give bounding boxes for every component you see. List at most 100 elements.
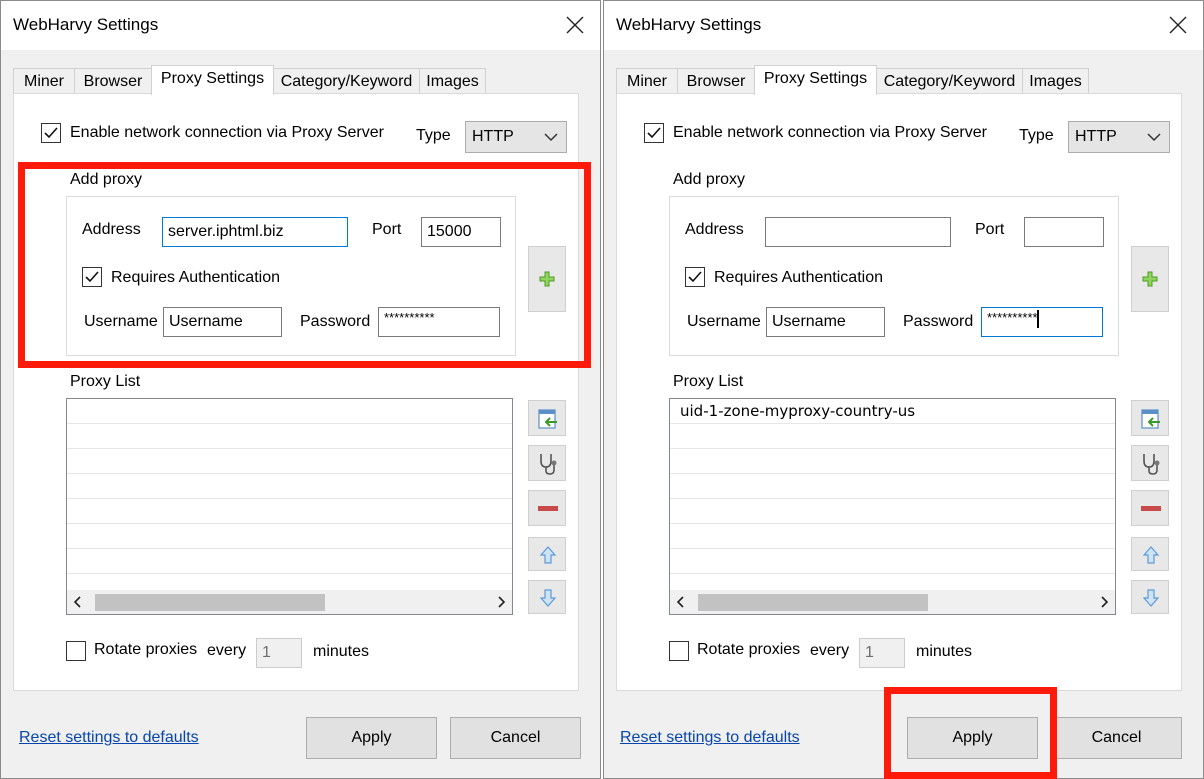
list-item[interactable] (67, 399, 512, 424)
plus-icon (1142, 271, 1158, 287)
settings-dialog-left: WebHarvy Settings Miner Browser Proxy Se… (0, 0, 601, 779)
proxy-list[interactable] (66, 398, 513, 615)
list-item[interactable] (670, 524, 1115, 549)
proxy-list-label: Proxy List (673, 373, 744, 390)
address-label: Address (685, 221, 744, 238)
list-item[interactable] (670, 474, 1115, 499)
enable-proxy-label: Enable network connection via Proxy Serv… (673, 124, 987, 141)
window-title: WebHarvy Settings (616, 15, 762, 34)
cancel-button[interactable]: Cancel (450, 717, 581, 759)
minus-icon (538, 506, 558, 511)
username-input[interactable]: Username (766, 307, 885, 337)
list-item[interactable] (67, 549, 512, 574)
tab-miner[interactable]: Miner (616, 68, 678, 95)
close-icon[interactable] (1169, 16, 1187, 34)
import-proxies-button[interactable] (528, 400, 566, 436)
chevron-down-icon (1147, 133, 1161, 142)
password-label: Password (903, 313, 974, 330)
settings-dialog-right: WebHarvy Settings Miner Browser Proxy Se… (603, 0, 1204, 779)
tab-proxy-settings[interactable]: Proxy Settings (754, 65, 877, 95)
every-label: every (207, 642, 247, 659)
scroll-left-icon[interactable] (67, 590, 89, 614)
list-item[interactable] (670, 424, 1115, 449)
highlight-box-add-proxy (18, 162, 591, 368)
address-input[interactable] (765, 217, 951, 247)
requires-auth-checkbox[interactable] (685, 267, 705, 287)
move-up-button[interactable] (1131, 537, 1169, 571)
title-bar: WebHarvy Settings (1, 1, 600, 50)
username-label: Username (687, 313, 761, 330)
add-proxy-button[interactable] (1131, 246, 1169, 312)
requires-auth-label: Requires Authentication (714, 269, 883, 286)
rotate-proxies-label: Rotate proxies (697, 641, 801, 658)
list-item[interactable] (67, 499, 512, 524)
reset-defaults-link[interactable]: Reset settings to defaults (620, 729, 800, 747)
move-down-button[interactable] (528, 580, 566, 614)
stethoscope-icon (1143, 454, 1160, 475)
tab-category-keyword[interactable]: Category/Keyword (876, 68, 1023, 95)
port-label: Port (975, 221, 1005, 238)
list-item[interactable] (67, 449, 512, 474)
list-item[interactable] (670, 499, 1115, 524)
import-proxies-button[interactable] (1131, 400, 1169, 436)
arrow-down-icon (1143, 589, 1159, 607)
import-icon (538, 409, 557, 429)
password-value: ********** (987, 310, 1038, 325)
horizontal-scrollbar[interactable] (67, 590, 512, 614)
tab-miner[interactable]: Miner (13, 68, 75, 95)
remove-proxy-button[interactable] (528, 490, 566, 526)
scroll-thumb[interactable] (95, 594, 325, 611)
cancel-button[interactable]: Cancel (1051, 717, 1182, 759)
port-input[interactable] (1024, 217, 1104, 247)
tab-images[interactable]: Images (419, 68, 486, 95)
tab-category-keyword[interactable]: Category/Keyword (273, 68, 420, 95)
scroll-right-icon[interactable] (1093, 590, 1115, 614)
tab-browser[interactable]: Browser (677, 68, 755, 95)
list-item[interactable] (67, 424, 512, 449)
tab-images[interactable]: Images (1022, 68, 1089, 95)
password-input[interactable]: ********** (981, 307, 1103, 337)
rotate-proxies-checkbox[interactable] (669, 641, 689, 661)
list-item[interactable] (670, 549, 1115, 574)
reset-defaults-link[interactable]: Reset settings to defaults (19, 729, 199, 747)
proxy-list[interactable]: uid-1-zone-myproxy-country-us (669, 398, 1116, 615)
tab-proxy-settings[interactable]: Proxy Settings (151, 65, 274, 95)
rotate-proxies-label: Rotate proxies (94, 641, 198, 658)
window-title: WebHarvy Settings (13, 15, 159, 34)
apply-button[interactable]: Apply (306, 717, 437, 759)
proxy-entry-text: uid-1-zone-myproxy-country-us (680, 402, 916, 420)
proxy-settings-page: Enable network connection via Proxy Serv… (616, 93, 1182, 691)
test-proxy-button[interactable] (1131, 445, 1169, 481)
arrow-up-icon (1143, 546, 1159, 564)
minus-icon (1141, 506, 1161, 511)
minutes-label: minutes (916, 643, 973, 660)
title-bar: WebHarvy Settings (604, 1, 1203, 50)
proxy-type-select[interactable]: HTTP (465, 121, 567, 153)
test-proxy-button[interactable] (528, 445, 566, 481)
tab-browser[interactable]: Browser (74, 68, 152, 95)
arrow-up-icon (540, 546, 556, 564)
rotate-interval-input[interactable]: 1 (859, 638, 905, 668)
close-icon[interactable] (566, 16, 584, 34)
type-label: Type (1019, 127, 1054, 144)
list-item[interactable] (670, 449, 1115, 474)
tab-strip: Miner Browser Proxy Settings Category/Ke… (13, 65, 573, 95)
list-item[interactable] (67, 474, 512, 499)
scroll-thumb[interactable] (698, 594, 928, 611)
move-up-button[interactable] (528, 537, 566, 571)
remove-proxy-button[interactable] (1131, 490, 1169, 526)
every-label: every (810, 642, 850, 659)
scroll-left-icon[interactable] (670, 590, 692, 614)
enable-proxy-label: Enable network connection via Proxy Serv… (70, 124, 384, 141)
list-item[interactable]: uid-1-zone-myproxy-country-us (670, 399, 1115, 424)
move-down-button[interactable] (1131, 580, 1169, 614)
list-item[interactable] (67, 524, 512, 549)
enable-proxy-checkbox[interactable] (644, 123, 664, 143)
rotate-interval-input[interactable]: 1 (256, 638, 302, 668)
scroll-right-icon[interactable] (490, 590, 512, 614)
proxy-type-select[interactable]: HTTP (1068, 121, 1170, 153)
enable-proxy-checkbox[interactable] (41, 123, 61, 143)
type-label: Type (416, 127, 451, 144)
rotate-proxies-checkbox[interactable] (66, 641, 86, 661)
horizontal-scrollbar[interactable] (670, 590, 1115, 614)
